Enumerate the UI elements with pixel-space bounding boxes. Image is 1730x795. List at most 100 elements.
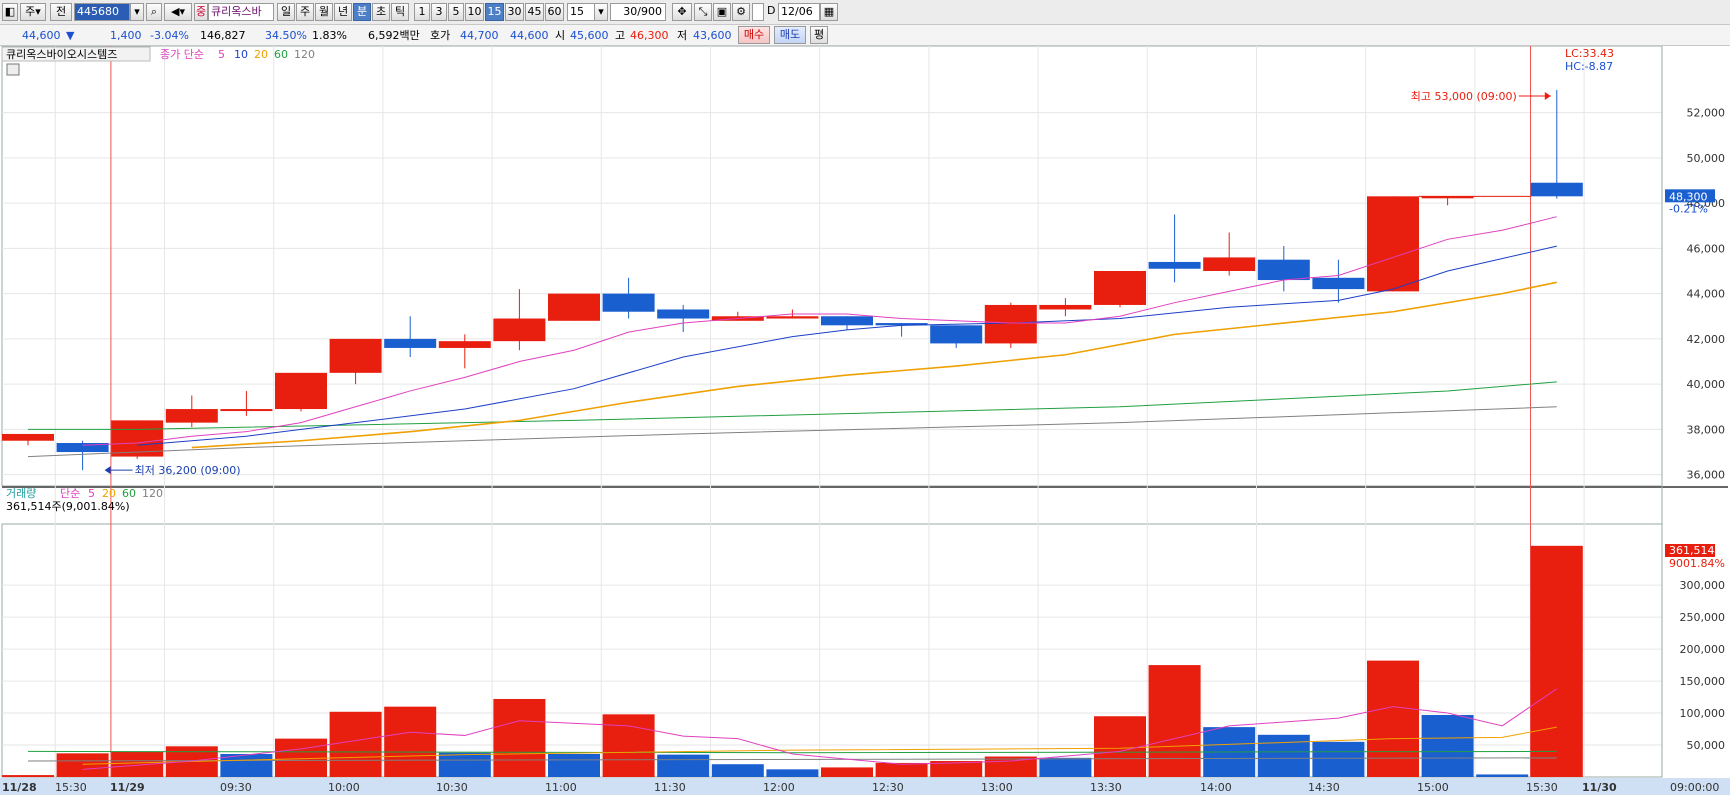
volume-bar (1039, 757, 1092, 777)
x-tick: 10:30 (436, 781, 468, 794)
period-tab-3[interactable]: 년 (334, 3, 352, 21)
x-tick: 10:00 (328, 781, 360, 794)
open-label: 시 (555, 29, 566, 42)
volume-bar (1257, 734, 1310, 777)
last-volume-tag: 361,514 (1669, 544, 1715, 557)
date-checkbox[interactable] (752, 3, 764, 21)
high-price: 46,300 (630, 29, 669, 42)
calculator-icon[interactable] (6, 63, 20, 76)
period-tab-6[interactable]: 틱 (391, 3, 409, 21)
count-field[interactable]: 30/900 (610, 3, 666, 21)
toolbar: ◧ 주▾ 전 445680 ▾ ⌕ ◀▾ 중 큐리옥스바 일주월년분초틱 135… (0, 0, 1730, 25)
x-tick: 13:00 (981, 781, 1013, 794)
save-icon[interactable]: ▣ (713, 3, 731, 21)
candle-body (657, 309, 710, 319)
minute-select[interactable]: 15 (567, 3, 595, 21)
minute-tab-15[interactable]: 15 (485, 3, 504, 21)
minute-tab-5[interactable]: 5 (448, 3, 464, 21)
volume-bar (1367, 660, 1419, 777)
buy-button[interactable]: 매수 (738, 26, 770, 44)
candle-body (602, 293, 655, 312)
ma60-line (28, 381, 1557, 430)
volume-bar (1148, 665, 1201, 777)
period-tab-0[interactable]: 일 (277, 3, 295, 21)
price-tick: 50,000 (1687, 152, 1726, 165)
ask-label: 호가 (430, 29, 451, 42)
period-tab-1[interactable]: 주 (296, 3, 314, 21)
candle-body (1203, 257, 1256, 271)
price-tick: 46,000 (1687, 242, 1726, 255)
down-arrow-icon: ▼ (66, 29, 75, 42)
volume-bar (548, 753, 600, 777)
candle-body (1094, 271, 1146, 305)
candle-body (165, 409, 218, 423)
price-tick: 52,000 (1687, 107, 1726, 120)
stock-title: 큐리옥스바이오시스템즈 (6, 48, 117, 61)
volume-bar (1094, 716, 1146, 777)
last-pct-tag: -0.21% (1669, 202, 1708, 215)
lc-label: LC:33.43 (1565, 47, 1614, 60)
minute-select-value: 15 (570, 5, 584, 18)
candle-body (1039, 304, 1092, 310)
volume-bar (766, 769, 819, 777)
candle-body (275, 372, 327, 410)
minute-dropdown-icon[interactable]: ▾ (594, 3, 608, 21)
volume-bar (493, 698, 546, 777)
gear-icon[interactable]: ⚙ (732, 3, 750, 21)
stock-name-field[interactable]: 큐리옥스바 (208, 3, 274, 21)
code-input[interactable]: 445680 (74, 3, 130, 21)
scope-button[interactable]: 전 (50, 3, 72, 21)
candle-body (1148, 261, 1201, 269)
speaker-icon[interactable]: ◀▾ (164, 3, 192, 21)
candle-body (220, 409, 273, 412)
price-ma-10: 10 (234, 48, 248, 61)
volume-ma-60: 60 (122, 487, 136, 500)
volume-bar (821, 767, 873, 777)
trade-volume: 146,827 (200, 29, 246, 42)
price-ma-60: 60 (274, 48, 288, 61)
volume-panel (2, 545, 1583, 777)
turnover-pct: 34.50% (265, 29, 307, 42)
volume-bar (438, 752, 491, 777)
volume-ma-5: 5 (88, 487, 95, 500)
volume-tick: 300,000 (1680, 579, 1726, 592)
period-tab-5[interactable]: 초 (372, 3, 390, 21)
low-label: 저 (677, 29, 688, 42)
price-tick: 38,000 (1687, 423, 1726, 436)
volume-tick: 200,000 (1680, 643, 1726, 656)
period-tab-4[interactable]: 분 (353, 3, 371, 21)
x-tick: 11:30 (654, 781, 686, 794)
x-tick: 15:00 (1417, 781, 1449, 794)
x-tick: 11/30 (1582, 781, 1617, 794)
minute-tab-45[interactable]: 45 (525, 3, 544, 21)
price-panel (2, 89, 1583, 475)
minute-tab-60[interactable]: 60 (545, 3, 564, 21)
x-tick: 15:30 (55, 781, 87, 794)
panel-toggle-icon[interactable]: ◧ (2, 3, 18, 21)
tool-icon[interactable]: ⤡ (694, 3, 712, 21)
minute-tab-10[interactable]: 10 (465, 3, 484, 21)
open-price: 45,600 (570, 29, 609, 42)
eval-button[interactable]: 평 (810, 26, 828, 44)
candle-body (548, 293, 600, 321)
volume-bar (657, 754, 710, 777)
candle-body (766, 316, 819, 319)
search-icon[interactable]: ⌕ (146, 3, 162, 21)
volume-tick: 150,000 (1680, 675, 1726, 688)
code-dropdown-icon[interactable]: ▾ (130, 3, 144, 21)
volume-bar (875, 762, 928, 777)
date-field[interactable]: 12/06 (778, 3, 820, 21)
minute-tab-3[interactable]: 3 (431, 3, 447, 21)
sell-button[interactable]: 매도 (774, 26, 806, 44)
badge-icon: 중 (194, 3, 208, 21)
volume-bar (1421, 714, 1474, 777)
minute-tab-1[interactable]: 1 (414, 3, 430, 21)
crosshair-icon[interactable]: ✥ (672, 3, 692, 21)
calendar-icon[interactable]: ▦ (820, 3, 838, 21)
stock-chart[interactable]: 36,00038,00040,00042,00044,00046,00048,0… (0, 46, 1730, 795)
period-tab-2[interactable]: 월 (315, 3, 333, 21)
x-tick: 09:00:00 (1670, 781, 1719, 794)
market-select[interactable]: 주▾ (20, 3, 46, 21)
minute-tab-30[interactable]: 30 (505, 3, 524, 21)
annotations: 최고 53,000 (09:00) 최저 36,200 (09:00) (135, 90, 1517, 477)
